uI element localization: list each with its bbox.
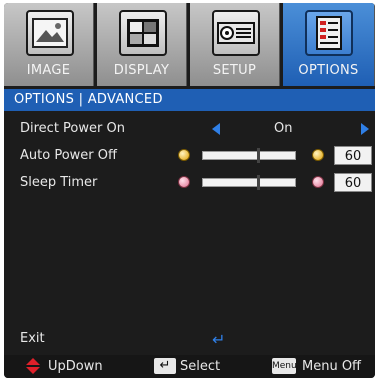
projector-icon <box>212 10 260 56</box>
sleep-timer-value: 60 <box>334 173 372 192</box>
row-sleep-timer[interactable]: Sleep Timer 60 <box>4 171 375 195</box>
sleep-timer-slider[interactable] <box>202 175 296 190</box>
row-auto-power-off[interactable]: Auto Power Off 60 <box>4 144 375 168</box>
direct-power-on-label: Direct Power On <box>20 121 125 136</box>
slider-thumb[interactable] <box>257 148 260 163</box>
menu-content: Direct Power On On Auto Power Off 60 Sle… <box>4 113 375 323</box>
help-bar: UpDown ↵ Select Menu Menu Off <box>4 355 375 378</box>
osd-menu: IMAGE DISPLAY SETUP OPTIONS OPTIONS | AD… <box>4 3 375 378</box>
exit-row[interactable]: Exit ↵ <box>4 328 375 350</box>
help-menu-off-label: Menu Off <box>302 359 362 374</box>
help-updown-label: UpDown <box>48 359 103 374</box>
menu-key-icon: Menu <box>272 358 297 374</box>
help-select-label: Select <box>180 359 221 374</box>
enter-key-icon: ↵ <box>154 358 176 374</box>
slider-thumb[interactable] <box>257 175 260 190</box>
row-direct-power-on[interactable]: Direct Power On On <box>4 117 375 141</box>
auto-power-off-slider[interactable] <box>202 148 296 163</box>
left-arrow-icon[interactable] <box>212 123 220 135</box>
right-arrow-icon[interactable] <box>361 123 369 135</box>
exit-label: Exit <box>20 331 45 346</box>
tab-bar: IMAGE DISPLAY SETUP OPTIONS <box>4 3 375 86</box>
sleep-increase-icon[interactable] <box>312 176 324 188</box>
tab-image-label: IMAGE <box>26 63 71 78</box>
enter-icon: ↵ <box>212 330 226 349</box>
timer-increase-icon[interactable] <box>312 149 324 161</box>
timer-decrease-icon[interactable] <box>178 149 190 161</box>
sleep-timer-label: Sleep Timer <box>20 175 98 190</box>
direct-power-on-value: On <box>274 121 293 136</box>
display-icon <box>119 10 167 56</box>
updown-icon <box>26 358 40 374</box>
options-icon <box>305 10 353 56</box>
image-icon <box>26 10 74 56</box>
tab-setup[interactable]: SETUP <box>190 3 280 86</box>
tab-display-label: DISPLAY <box>113 63 170 78</box>
auto-power-off-value: 60 <box>334 146 372 165</box>
tab-display[interactable]: DISPLAY <box>97 3 187 86</box>
sleep-decrease-icon[interactable] <box>178 176 190 188</box>
tab-options[interactable]: OPTIONS <box>283 3 375 86</box>
auto-power-off-label: Auto Power Off <box>20 148 117 163</box>
section-title: OPTIONS | ADVANCED <box>4 89 375 111</box>
tab-options-label: OPTIONS <box>298 63 359 78</box>
tab-setup-label: SETUP <box>212 63 257 78</box>
tab-image[interactable]: IMAGE <box>4 3 94 86</box>
